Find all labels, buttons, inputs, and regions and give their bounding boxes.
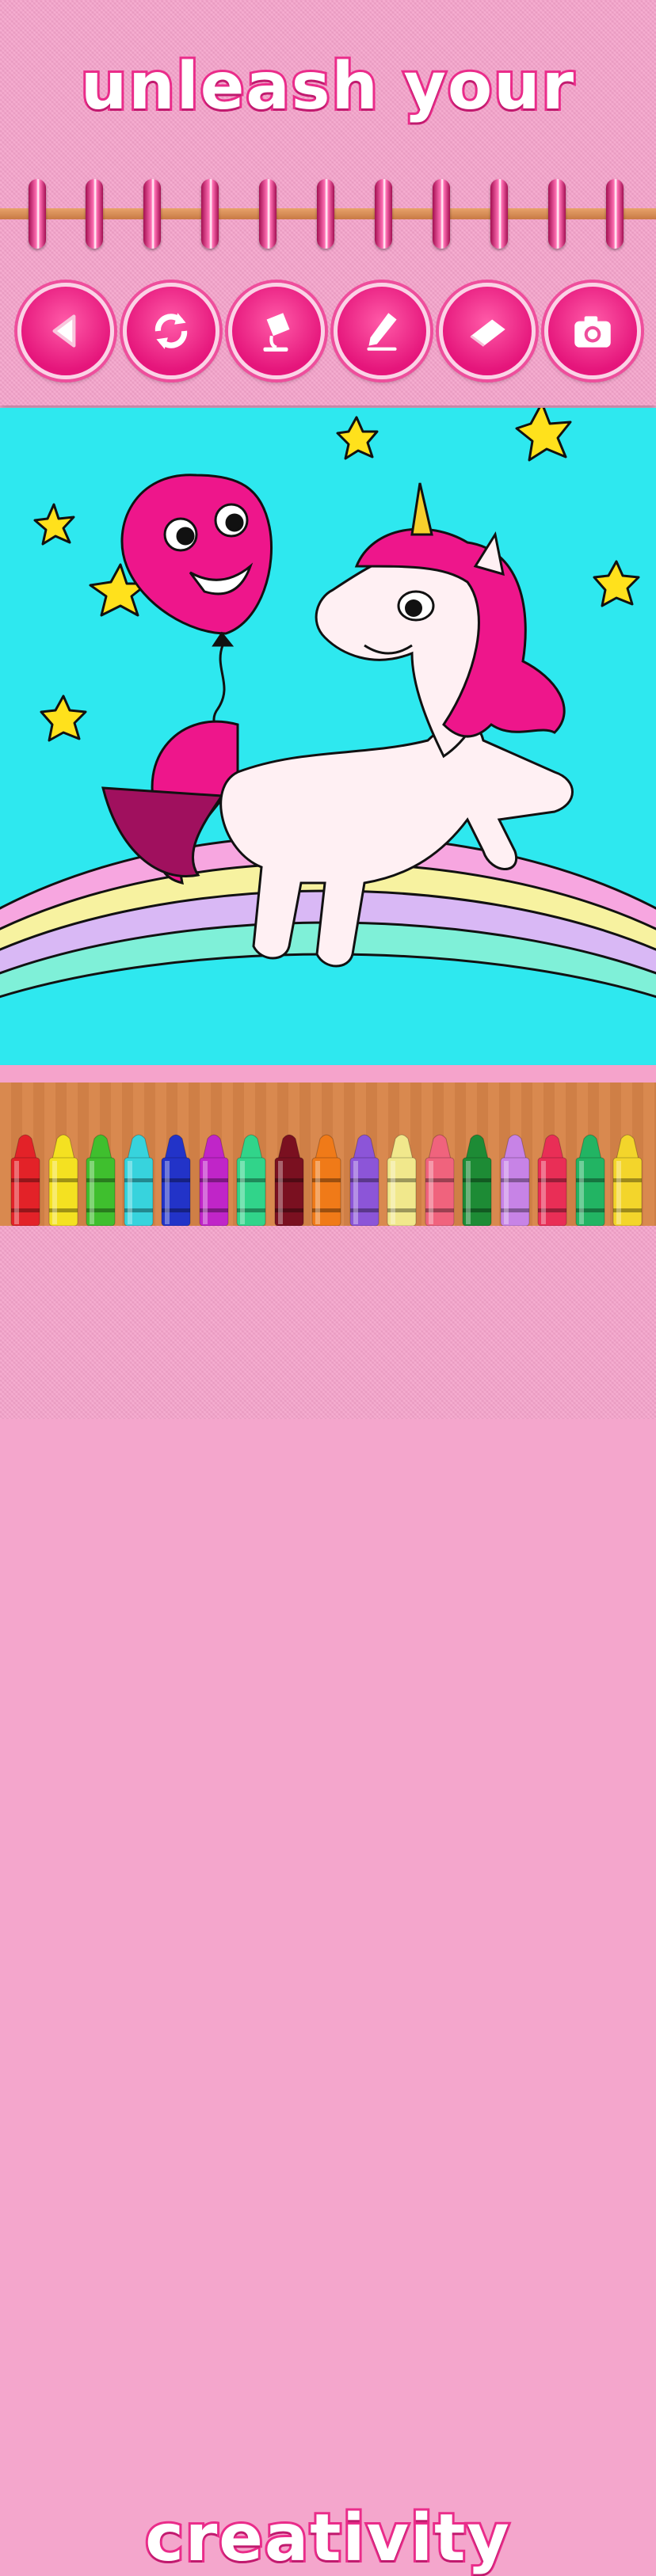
binding-ring [201,179,219,249]
crayon[interactable] [158,1132,193,1226]
crayon[interactable] [610,1132,645,1226]
bottom-banner: creativity [0,1226,656,2576]
crayon[interactable] [347,1132,382,1226]
back-button[interactable] [17,283,114,379]
crayon-tray [0,1083,656,1226]
binding-ring [143,179,161,249]
unicorn-drawing [0,408,656,1067]
balloon [120,474,273,757]
unicorn-horn [410,482,433,536]
paint-bucket-icon [263,313,290,352]
crayon[interactable] [535,1132,570,1226]
binding-ring [317,179,334,249]
binding-ring [29,179,46,249]
crayon[interactable] [46,1132,81,1226]
pencil-button[interactable] [334,283,430,379]
crayon[interactable] [121,1132,156,1226]
crayon[interactable] [460,1132,494,1226]
crayon[interactable] [573,1132,608,1226]
crayon[interactable] [422,1132,457,1226]
binding-ring [548,179,566,249]
headline-top: unleash your [78,47,576,127]
crayon[interactable] [196,1132,231,1226]
crayon[interactable] [498,1132,532,1226]
binding-ring [259,179,277,249]
binding-ring [490,179,508,249]
binding-ring [86,179,103,249]
eraser-icon [470,319,505,347]
crayon[interactable] [309,1132,344,1226]
pencil-icon [367,313,397,351]
play-back-icon [52,314,76,348]
coloring-canvas[interactable] [0,408,656,1067]
unicorn-pupil [405,599,422,617]
camera-button[interactable] [544,283,641,379]
headline-bottom: creativity [143,2498,512,2576]
crayon[interactable] [384,1132,419,1226]
binding-ring [433,179,450,249]
crayon[interactable] [8,1132,43,1226]
crayon[interactable] [234,1132,269,1226]
undo-button[interactable] [123,283,219,379]
camera-icon [574,316,611,348]
crayon[interactable] [272,1132,307,1226]
canvas-edge [0,1065,656,1083]
binding-ring [606,179,624,249]
binding-ring [375,179,392,249]
crayon[interactable] [83,1132,118,1226]
fill-button[interactable] [228,283,325,379]
eraser-button[interactable] [439,283,536,379]
refresh-arrows-icon [154,313,188,349]
